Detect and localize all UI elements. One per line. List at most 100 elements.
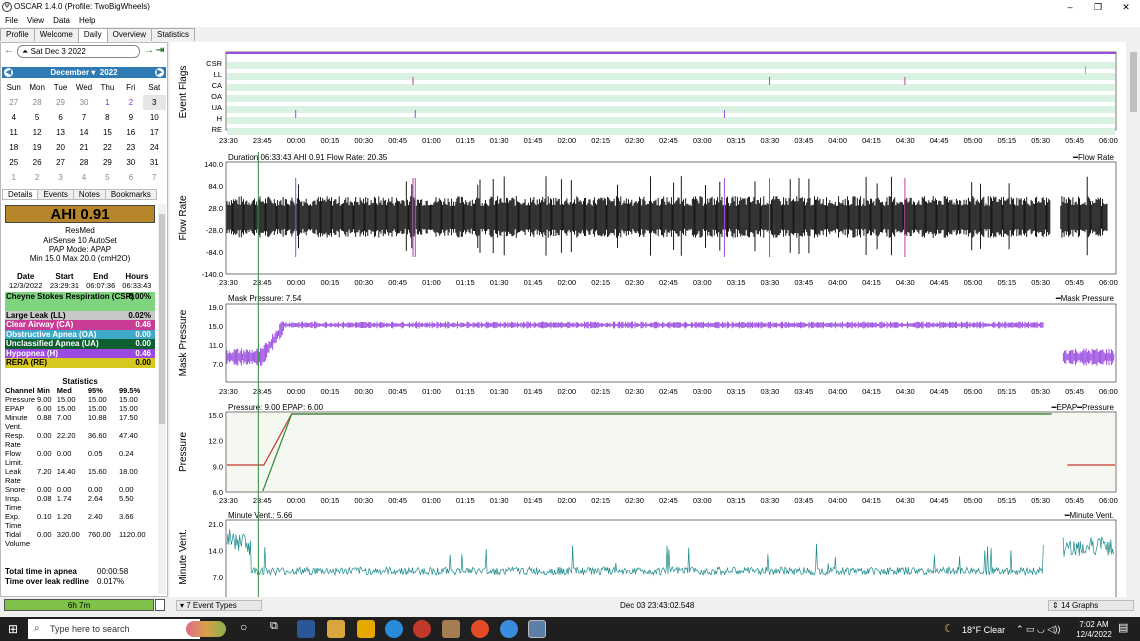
calendar-day[interactable]: 23 [119,140,142,155]
event-types-dropdown[interactable]: ▾ 7 Event Types [176,600,262,611]
calendar-day[interactable]: 6 [49,110,72,125]
tab-daily[interactable]: Daily [77,28,108,42]
event-row[interactable]: RERA (RE) 0.00 [5,358,155,368]
taskbar-search[interactable]: ⌕ Type here to search [28,619,200,639]
tab-details[interactable]: Details [2,189,39,200]
calendar-day[interactable]: 17 [143,125,166,140]
clock-date[interactable]: 12/4/2022 [1074,630,1114,639]
calendar-day[interactable]: 15 [96,125,119,140]
calendar-day[interactable]: 31 [143,155,166,170]
calendar-day[interactable]: 28 [25,95,48,110]
tab-overview[interactable]: Overview [106,28,153,41]
app-icon-5[interactable] [413,620,431,638]
calendar-day[interactable]: 27 [49,155,72,170]
edge-icon[interactable] [385,620,403,638]
cortana-icon[interactable]: ○ [240,620,247,634]
calendar-day[interactable]: 12 [25,125,48,140]
calendar-day[interactable]: 13 [49,125,72,140]
calendar-day[interactable]: 5 [25,110,48,125]
event-row[interactable]: Obstructive Apnea (OA) 0.00 [5,329,155,339]
calendar-day[interactable]: 3 [49,170,72,185]
minute-vent-panel[interactable] [225,519,1117,601]
calendar-day[interactable]: 1 [96,95,119,110]
calendar-day[interactable]: 4 [72,170,95,185]
tab-events[interactable]: Events [37,189,74,200]
tab-statistics[interactable]: Statistics [151,28,196,41]
close-button[interactable]: ✕ [1118,1,1134,13]
calendar-day[interactable]: 25 [2,155,25,170]
chrome-icon[interactable] [471,620,489,638]
next-day-arrow-icon[interactable]: → [144,45,154,56]
notifications-icon[interactable]: ▤ [1118,621,1128,634]
tab-notes[interactable]: Notes [72,189,106,200]
calendar-day[interactable]: 7 [72,110,95,125]
calendar-day[interactable]: 16 [119,125,142,140]
last-day-arrow-icon[interactable]: ⇥ [156,45,164,56]
calendar-day[interactable]: 27 [2,95,25,110]
calendar-day[interactable]: 11 [2,125,25,140]
calendar-day[interactable]: 7 [143,170,166,185]
prev-day-arrow-icon[interactable]: ← [4,45,14,56]
calendar-day[interactable]: 30 [119,155,142,170]
session-date[interactable]: 12/3/2022 [5,281,46,290]
prev-month-icon[interactable]: ◀ [4,68,13,77]
event-row[interactable]: Clear Airway (CA) 0.46 [5,320,155,330]
calendar-day[interactable]: 24 [143,140,166,155]
calendar-day[interactable]: 3 [142,95,166,110]
calendar-day[interactable]: 2 [119,95,142,110]
calendar-day[interactable]: 2 [25,170,48,185]
calendar-day[interactable]: 10 [143,110,166,125]
calendar-day[interactable]: 30 [72,95,95,110]
mask-pressure-panel[interactable] [225,303,1117,383]
menu-file[interactable]: File [5,16,18,25]
calendar-day[interactable]: 14 [72,125,95,140]
calendar-day[interactable]: 9 [119,110,142,125]
progress-toggle[interactable] [155,599,165,611]
restore-button[interactable]: ❐ [1090,1,1106,13]
calendar-day[interactable]: 6 [119,170,142,185]
left-scrollbar[interactable] [158,204,166,594]
calendar-year[interactable]: 2022 [100,68,118,77]
calendar-day[interactable]: 21 [72,140,95,155]
menu-data[interactable]: Data [53,16,70,25]
calendar-day[interactable]: 18 [2,140,25,155]
oscar-taskbar-icon[interactable] [528,620,546,638]
tab-bookmarks[interactable]: Bookmarks [104,189,157,200]
calendar-day[interactable]: 1 [2,170,25,185]
tab-profile[interactable]: Profile [0,28,35,41]
tray-icons[interactable]: ⌃ ▭ ◡ ◁)) [1016,624,1060,635]
calendar-day[interactable]: 28 [72,155,95,170]
calendar-day[interactable]: 29 [96,155,119,170]
daily-graphs[interactable]: Event Flags CSR LL CA OA UA H RE 23:30 23:45 00:00… [170,42,1126,601]
tab-welcome[interactable]: Welcome [33,28,79,41]
next-month-icon[interactable]: ▶ [155,68,164,77]
word-icon[interactable] [297,620,315,638]
calendar-day[interactable]: 20 [49,140,72,155]
calendar-day[interactable]: 5 [96,170,119,185]
event-row[interactable]: Hypopnea (H) 0.46 [5,348,155,358]
app-icon-6[interactable] [442,620,460,638]
weather-text[interactable]: 18°F Clear [962,625,1005,635]
calendar-month[interactable]: December [50,68,89,77]
calendar-day[interactable]: 26 [25,155,48,170]
minimize-button[interactable]: – [1062,1,1078,13]
graphs-dropdown[interactable]: ⇕ 14 Graphs [1048,600,1134,611]
calendar-day[interactable]: 19 [25,140,48,155]
graph-scrollbar[interactable] [1127,42,1140,597]
task-view-icon[interactable]: ⧉ [270,620,278,633]
search-highlight-icon[interactable] [186,621,226,637]
event-row[interactable]: Unclassified Apnea (UA) 0.00 [5,339,155,349]
event-row[interactable]: Cheyne Stokes Respiration (CSR) 0.00% [5,292,155,311]
clock-time[interactable]: 7:02 AM [1076,620,1112,629]
app-icon-8[interactable] [500,620,518,638]
calendar-day[interactable]: 4 [2,110,25,125]
calendar-day[interactable]: 8 [96,110,119,125]
calendar-day[interactable]: 22 [96,140,119,155]
date-selector[interactable]: ⏶ Sat Dec 3 2022 [17,45,140,58]
menu-help[interactable]: Help [79,16,95,25]
menu-view[interactable]: View [27,16,44,25]
file-explorer-icon[interactable] [327,620,345,638]
app-icon-3[interactable] [357,620,375,638]
event-row[interactable]: Large Leak (LL) 0.02% [5,310,155,320]
windows-start-icon[interactable]: ⊞ [8,622,18,636]
